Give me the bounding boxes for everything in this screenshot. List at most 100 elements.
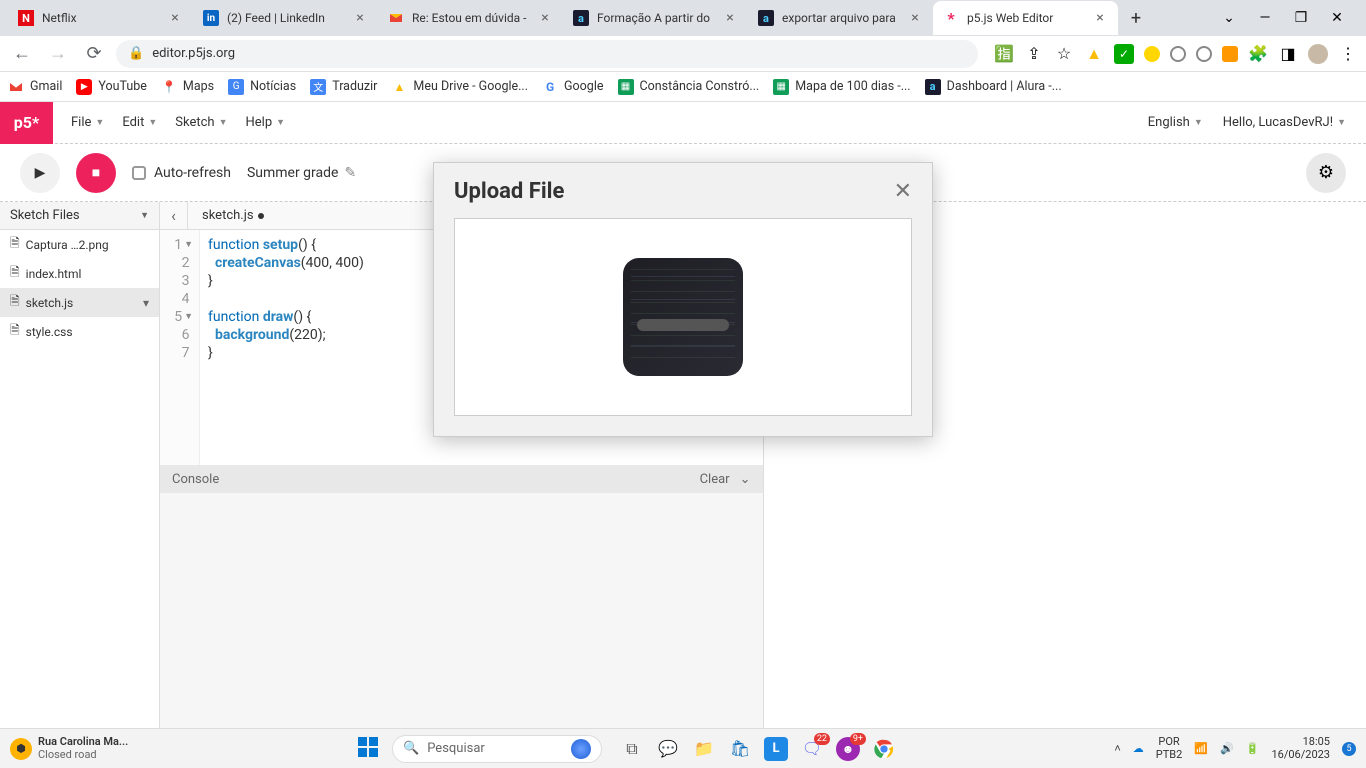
- tray-chevron-icon[interactable]: ˄: [1114, 742, 1120, 755]
- tab-alura-formacao[interactable]: a Formação A partir do ×: [563, 1, 748, 35]
- bookmark-noticias[interactable]: GNotícias: [228, 79, 296, 95]
- new-tab-button[interactable]: +: [1122, 4, 1150, 32]
- taskbar-search[interactable]: 🔍 Pesquisar: [392, 735, 602, 763]
- chrome-icon[interactable]: [872, 737, 896, 761]
- menu-help[interactable]: Help▼: [245, 115, 285, 130]
- start-button[interactable]: [358, 737, 382, 761]
- active-file-tab[interactable]: sketch.js: [188, 208, 278, 223]
- bookmark-alura[interactable]: aDashboard | Alura -...: [925, 79, 1062, 95]
- profile-avatar-icon[interactable]: [1308, 44, 1328, 64]
- file-item-captura[interactable]: 🗎Captura …2.png: [0, 230, 159, 259]
- checkbox-icon[interactable]: [132, 166, 146, 180]
- play-button[interactable]: ▶: [20, 153, 60, 193]
- ext-orange-icon[interactable]: [1222, 46, 1238, 62]
- notification-badge[interactable]: 5: [1342, 742, 1356, 756]
- sidebar-header[interactable]: Sketch Files ▼: [0, 202, 159, 230]
- user-greeting[interactable]: Hello, LucasDevRJ!▼: [1223, 115, 1346, 130]
- settings-button[interactable]: ⚙: [1306, 153, 1346, 193]
- reload-button[interactable]: ⟳: [80, 40, 108, 68]
- ext-circle2-icon[interactable]: [1196, 46, 1212, 62]
- ext-circle-icon[interactable]: [1170, 46, 1186, 62]
- chat-icon[interactable]: 💬: [656, 737, 680, 761]
- p5-logo[interactable]: p5*: [0, 102, 53, 144]
- pencil-icon[interactable]: ✎: [344, 165, 356, 181]
- close-icon[interactable]: ×: [907, 10, 923, 26]
- console-clear-button[interactable]: Clear: [700, 472, 730, 487]
- extensions-icon[interactable]: 🧩: [1248, 44, 1268, 64]
- bookmark-label: Notícias: [250, 79, 296, 94]
- explorer-icon[interactable]: 📁: [692, 737, 716, 761]
- language-indicator[interactable]: POR PTB2: [1156, 736, 1183, 760]
- tab-gmail[interactable]: Re: Estou em dúvida - ×: [378, 1, 563, 35]
- close-icon[interactable]: ×: [537, 10, 553, 26]
- file-item-sketch[interactable]: 🗎sketch.js▾: [0, 288, 159, 317]
- share-icon[interactable]: ⇪: [1024, 44, 1044, 64]
- close-icon[interactable]: ×: [352, 10, 368, 26]
- battery-icon[interactable]: 🔋: [1246, 742, 1260, 755]
- bookmark-gmail[interactable]: Gmail: [8, 79, 62, 95]
- app-l-icon[interactable]: L: [764, 737, 788, 761]
- search-placeholder: Pesquisar: [427, 741, 485, 756]
- close-icon[interactable]: ×: [722, 10, 738, 26]
- clock[interactable]: 18:05 16/06/2023: [1271, 736, 1330, 760]
- upload-dropzone[interactable]: [454, 218, 912, 416]
- bookmark-maps[interactable]: 📍Maps: [161, 79, 214, 95]
- collapse-sidebar-button[interactable]: ‹: [160, 202, 188, 230]
- stop-button[interactable]: ■: [76, 153, 116, 193]
- auto-refresh-toggle[interactable]: Auto-refresh: [132, 165, 231, 181]
- address-bar[interactable]: 🔒 editor.p5js.org: [116, 40, 978, 68]
- close-icon[interactable]: ×: [1092, 10, 1108, 26]
- chevron-down-icon[interactable]: ⌄: [740, 472, 751, 487]
- file-item-index[interactable]: 🗎index.html: [0, 259, 159, 288]
- file-sidebar: Sketch Files ▼ 🗎Captura …2.png 🗎index.ht…: [0, 202, 160, 728]
- menu-edit[interactable]: Edit▼: [122, 115, 157, 130]
- console-label: Console: [172, 472, 219, 487]
- close-button[interactable]: ✕: [894, 179, 912, 204]
- tab-alura-exportar[interactable]: a exportar arquivo para ×: [748, 1, 933, 35]
- modal-title: Upload File: [454, 179, 564, 204]
- ext-yellow-icon[interactable]: [1144, 46, 1160, 62]
- tab-p5js[interactable]: * p5.js Web Editor ×: [933, 1, 1118, 35]
- onedrive-icon[interactable]: ☁: [1133, 742, 1144, 755]
- chevron-down-icon[interactable]: ⌄: [1220, 9, 1238, 27]
- bookmark-traduzir[interactable]: 文Traduzir: [310, 79, 377, 95]
- app-purple-icon[interactable]: ☻9+: [836, 737, 860, 761]
- bookmark-youtube[interactable]: ▶YouTube: [76, 79, 147, 95]
- discord-icon[interactable]: 🗨22: [800, 737, 824, 761]
- wifi-icon[interactable]: 📶: [1194, 742, 1208, 755]
- bookmark-drive[interactable]: ▲Meu Drive - Google...: [391, 79, 528, 95]
- chevron-down-icon[interactable]: ▼: [140, 210, 149, 221]
- taskbar-widget[interactable]: ⬢ Rua Carolina Ma... Closed road: [10, 736, 150, 760]
- side-panel-icon[interactable]: ◨: [1278, 44, 1298, 64]
- p5-menu-bar: File▼ Edit▼ Sketch▼ Help▼: [71, 115, 285, 130]
- console-body[interactable]: [160, 493, 763, 728]
- ext-check-icon[interactable]: ✓: [1114, 44, 1134, 64]
- kebab-menu-icon[interactable]: ⋮: [1338, 44, 1358, 64]
- badge: 22: [814, 733, 830, 745]
- bookmark-star-icon[interactable]: ☆: [1054, 44, 1074, 64]
- file-item-style[interactable]: 🗎style.css: [0, 317, 159, 346]
- close-window-icon[interactable]: ✕: [1328, 9, 1346, 27]
- store-icon[interactable]: 🛍: [728, 737, 752, 761]
- translate-icon[interactable]: 🈯: [994, 44, 1014, 64]
- menu-file[interactable]: File▼: [71, 115, 104, 130]
- task-view-icon[interactable]: ⧉: [620, 737, 644, 761]
- bookmark-mapa100[interactable]: ▦Mapa de 100 dias -...: [773, 79, 910, 95]
- chevron-down-icon[interactable]: ▾: [143, 296, 149, 310]
- tab-netflix[interactable]: N Netflix ×: [8, 1, 193, 35]
- bookmark-constancia[interactable]: ▦Constância Constró...: [618, 79, 760, 95]
- ext-drive-icon[interactable]: ▲: [1084, 44, 1104, 64]
- menu-sketch[interactable]: Sketch▼: [175, 115, 227, 130]
- sketch-name[interactable]: Summer grade ✎: [247, 165, 356, 181]
- bookmark-google[interactable]: GGoogle: [542, 79, 603, 95]
- taskbar-apps: ⧉ 💬 📁 🛍 L 🗨22 ☻9+: [620, 737, 896, 761]
- code-content[interactable]: function setup() { createCanvas(400, 400…: [200, 230, 372, 465]
- tab-linkedin[interactable]: in (2) Feed | LinkedIn ×: [193, 1, 378, 35]
- language-selector[interactable]: English▼: [1148, 115, 1203, 130]
- back-button[interactable]: ←: [8, 40, 36, 68]
- volume-icon[interactable]: 🔊: [1220, 742, 1234, 755]
- forward-button[interactable]: →: [44, 40, 72, 68]
- close-icon[interactable]: ×: [167, 10, 183, 26]
- maximize-icon[interactable]: ❐: [1292, 9, 1310, 27]
- minimize-icon[interactable]: —: [1256, 9, 1274, 27]
